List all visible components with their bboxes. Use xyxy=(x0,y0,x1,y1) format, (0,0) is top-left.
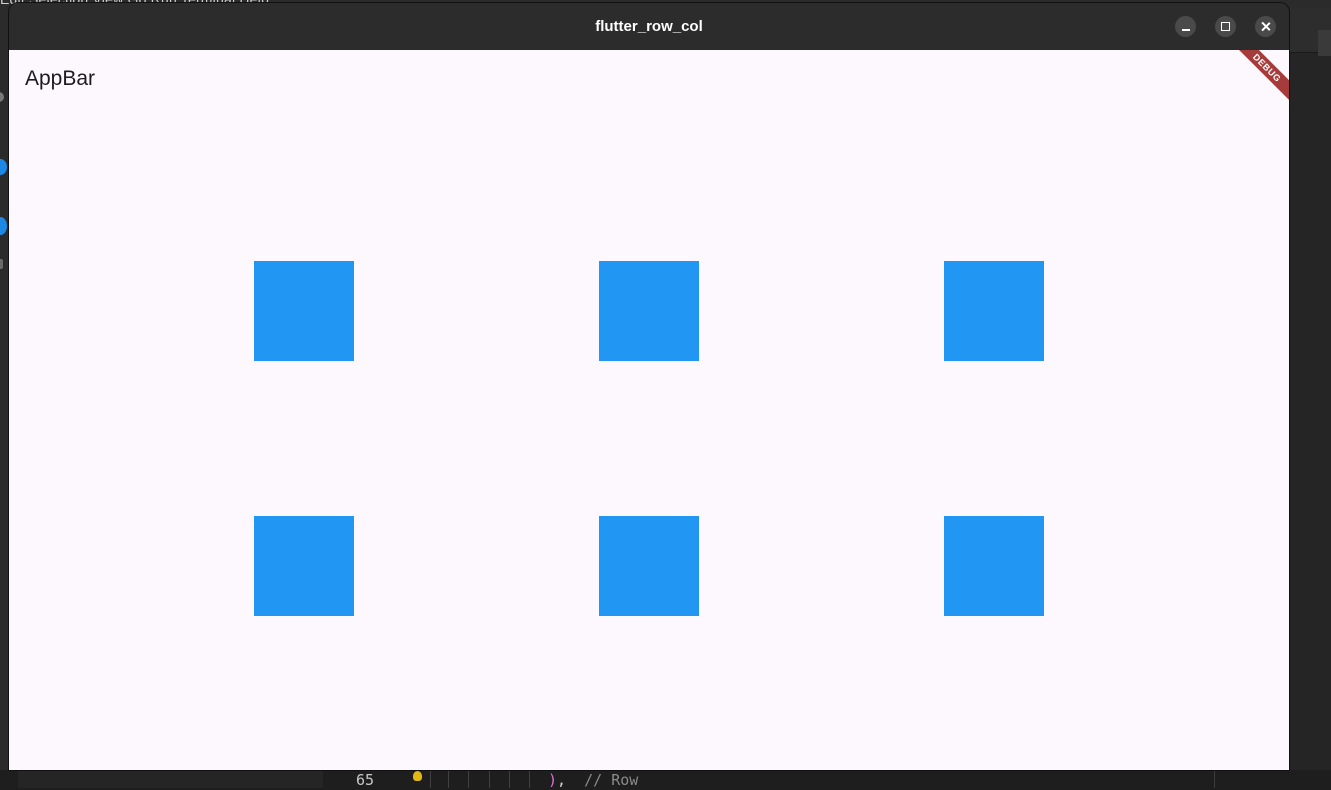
indent-guide xyxy=(509,770,510,788)
ide-editor-background xyxy=(1289,8,1331,788)
blue-box xyxy=(944,261,1044,361)
app-window: flutter_row_col AppBar DEBUG xyxy=(9,3,1289,770)
indent-guide xyxy=(529,770,530,788)
app-body: AppBar DEBUG xyxy=(9,50,1289,770)
maximize-button[interactable] xyxy=(1215,16,1236,37)
ide-editor-line: 65 ), // Row xyxy=(0,770,1331,790)
indent-guide xyxy=(430,770,431,788)
blue-box xyxy=(944,516,1044,616)
debug-banner: DEBUG xyxy=(1226,50,1289,109)
code-line: ), // Row xyxy=(548,770,638,790)
indent-guide xyxy=(489,770,490,788)
indent-guide xyxy=(448,770,449,788)
ide-activity-bar xyxy=(0,8,9,788)
maximize-icon xyxy=(1215,16,1236,37)
line-number: 65 xyxy=(356,771,375,789)
ide-activity-badge[interactable] xyxy=(0,159,7,175)
ide-scroll-edge xyxy=(1318,30,1331,56)
lightbulb-icon[interactable] xyxy=(413,771,422,781)
indent-guide xyxy=(468,770,469,788)
blue-box xyxy=(599,261,699,361)
close-icon xyxy=(1255,16,1276,37)
code-comment: // Row xyxy=(584,771,639,789)
blue-box xyxy=(254,261,354,361)
minimize-icon xyxy=(1175,16,1196,37)
minimize-button[interactable] xyxy=(1175,16,1196,37)
ide-sidebar-panel xyxy=(18,770,323,788)
blue-box xyxy=(599,516,699,616)
appbar-title: AppBar xyxy=(25,67,96,90)
close-button[interactable] xyxy=(1255,16,1276,37)
ide-activity-icon[interactable] xyxy=(0,259,3,269)
ide-activity-badge[interactable] xyxy=(0,217,7,235)
code-comma: , xyxy=(557,771,567,789)
blue-box xyxy=(254,516,354,616)
code-paren: ) xyxy=(548,771,558,789)
editor-ruler xyxy=(1214,770,1215,788)
ide-activity-icon[interactable] xyxy=(0,92,4,102)
window-titlebar[interactable]: flutter_row_col xyxy=(9,3,1289,50)
window-title: flutter_row_col xyxy=(595,18,703,35)
